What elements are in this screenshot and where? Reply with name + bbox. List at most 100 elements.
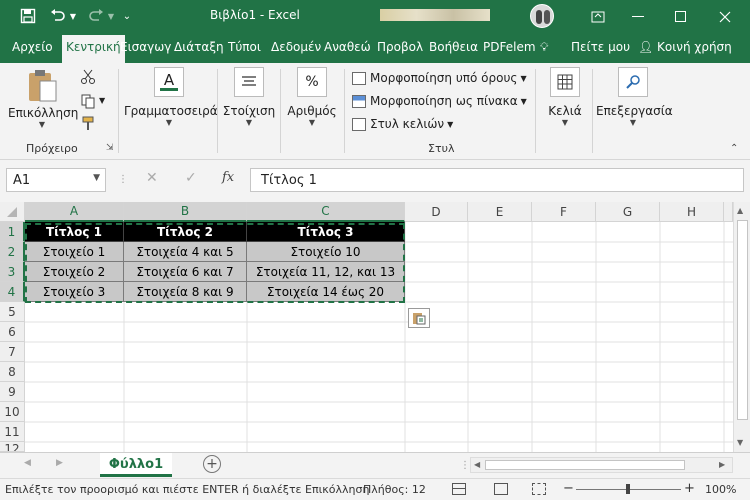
paste-button[interactable]: Επικόλληση ▼ — [8, 67, 78, 129]
share-user-icon[interactable]: 👤︎ — [638, 40, 653, 54]
alignment-button[interactable]: Στοίχιση ▼ — [222, 67, 276, 127]
tab-split-grip-icon[interactable]: ⋮ — [460, 460, 470, 471]
table-cell[interactable]: Στοιχείο 1 — [25, 242, 124, 262]
cell-styles-button[interactable]: Στυλ κελιών ▼ — [352, 117, 453, 131]
zoom-level[interactable]: 100% — [705, 483, 736, 496]
add-sheet-icon[interactable]: + — [203, 455, 221, 473]
page-break-view-icon[interactable] — [532, 483, 546, 495]
row-header[interactable]: 9 — [0, 382, 25, 402]
ribbon-display-options-icon[interactable] — [578, 0, 618, 33]
horizontal-scroll-thumb[interactable] — [485, 460, 685, 470]
tab-help[interactable]: Βοήθεια — [429, 40, 478, 54]
redo-icon[interactable] — [86, 6, 106, 26]
zoom-in-icon[interactable]: + — [684, 481, 695, 496]
paste-options-icon[interactable] — [408, 308, 430, 328]
table-header-cell[interactable]: Τίτλος 2 — [124, 222, 247, 242]
table-cell[interactable]: Στοιχεία 14 έως 20 — [247, 282, 405, 302]
close-button[interactable] — [705, 0, 745, 33]
cut-icon[interactable] — [80, 69, 98, 87]
minimize-button[interactable] — [618, 0, 658, 33]
table-cell[interactable]: Στοιχείο 2 — [25, 262, 124, 282]
formula-input[interactable]: Τίτλος 1 — [250, 168, 744, 192]
table-cell[interactable]: Στοιχείο 3 — [25, 282, 124, 302]
sheet-nav-prev-icon[interactable]: ◀ — [24, 458, 31, 468]
number-button[interactable]: % Αριθμός ▼ — [284, 67, 340, 127]
share-button[interactable]: Κοινή χρήση — [657, 40, 732, 54]
zoom-slider[interactable] — [576, 484, 681, 494]
scroll-up-icon[interactable]: ▲ — [737, 206, 743, 215]
paste-dropdown-icon[interactable]: ▼ — [8, 120, 76, 129]
editing-button[interactable]: Επεξεργασία ▼ — [596, 67, 673, 127]
column-header[interactable]: A — [25, 202, 124, 222]
table-cell[interactable]: Στοιχεία 4 και 5 — [124, 242, 247, 262]
row-header[interactable]: 7 — [0, 342, 25, 362]
enter-icon[interactable]: ✓ — [185, 170, 197, 186]
maximize-button[interactable] — [660, 0, 700, 33]
row-header[interactable]: 8 — [0, 362, 25, 382]
row-header[interactable]: 1 — [0, 222, 25, 242]
column-header[interactable]: E — [468, 202, 532, 222]
save-icon[interactable] — [18, 6, 38, 26]
undo-icon[interactable] — [48, 6, 68, 26]
cancel-icon[interactable]: ✕ — [146, 170, 158, 186]
scroll-left-icon[interactable]: ◀ — [474, 460, 480, 469]
row-header[interactable]: 10 — [0, 402, 25, 422]
tab-data[interactable]: Δεδομέν — [271, 40, 321, 54]
tell-me-search[interactable]: Πείτε μου — [571, 40, 630, 54]
customize-toolbar-icon[interactable]: ⌄ — [120, 6, 134, 26]
row-header[interactable]: 3 — [0, 262, 25, 282]
select-all-corner[interactable] — [0, 202, 25, 222]
zoom-slider-thumb[interactable] — [626, 484, 630, 494]
tab-review[interactable]: Αναθεώ — [324, 40, 371, 54]
tab-formulas[interactable]: Τύποι — [228, 40, 261, 54]
worksheet-grid[interactable]: A B C D E F G H 1 2 3 4 5 6 7 8 9 10 11 … — [0, 202, 750, 452]
column-header[interactable]: C — [247, 202, 405, 222]
table-header-cell[interactable]: Τίτλος 3 — [247, 222, 405, 242]
cells-button[interactable]: Κελιά ▼ — [542, 67, 588, 127]
redo-dropdown-icon[interactable]: ▼ — [106, 6, 116, 26]
row-header[interactable]: 11 — [0, 422, 25, 442]
row-header[interactable]: 4 — [0, 282, 25, 302]
tab-pdfelement[interactable]: PDFelem — [483, 40, 536, 54]
column-header[interactable]: G — [596, 202, 660, 222]
column-header-partial[interactable] — [724, 202, 733, 222]
row-header[interactable]: 6 — [0, 322, 25, 342]
format-painter-icon[interactable] — [80, 116, 98, 134]
tab-file[interactable]: Αρχείο — [12, 40, 53, 54]
tab-home[interactable]: Κεντρική — [62, 35, 125, 63]
clipboard-launcher-icon[interactable]: ⇲ — [106, 143, 114, 153]
tab-layout[interactable]: Διάταξη — [174, 40, 224, 54]
horizontal-scrollbar[interactable]: ◀ ▶ — [470, 457, 733, 473]
scroll-down-icon[interactable]: ▼ — [737, 438, 743, 447]
undo-dropdown-icon[interactable]: ▼ — [68, 6, 78, 26]
normal-view-icon[interactable] — [452, 483, 466, 495]
tab-insert[interactable]: Εισαγωγ — [120, 40, 171, 54]
column-header[interactable]: H — [660, 202, 724, 222]
table-cell[interactable]: Στοιχεία 6 και 7 — [124, 262, 247, 282]
table-cell[interactable]: Στοιχείο 10 — [247, 242, 405, 262]
name-box[interactable]: A1 ▼ — [6, 168, 106, 192]
column-header[interactable]: F — [532, 202, 596, 222]
vertical-scrollbar[interactable]: ▲ ▼ — [733, 202, 750, 452]
copy-icon[interactable]: ▼ — [80, 93, 106, 111]
table-header-cell[interactable]: Τίτλος 1 — [25, 222, 124, 242]
table-cell[interactable]: Στοιχεία 11, 12, και 13 — [247, 262, 405, 282]
row-header[interactable]: 2 — [0, 242, 25, 262]
sheet-nav-next-icon[interactable]: ▶ — [56, 458, 63, 468]
format-as-table-button[interactable]: Μορφοποίηση ως πίνακα ▼ — [352, 94, 527, 108]
tab-view[interactable]: Προβολ — [377, 40, 423, 54]
insert-function-icon[interactable]: fx — [222, 170, 234, 185]
zoom-out-icon[interactable]: − — [563, 481, 574, 496]
name-box-dropdown-icon[interactable]: ▼ — [93, 173, 100, 183]
avatar[interactable] — [530, 4, 554, 28]
lightbulb-icon[interactable]: 💡︎ — [540, 40, 548, 55]
table-cell[interactable]: Στοιχεία 8 και 9 — [124, 282, 247, 302]
page-layout-view-icon[interactable] — [494, 483, 508, 495]
sheet-tab-active[interactable]: Φύλλο1 — [100, 453, 172, 477]
column-header[interactable]: B — [124, 202, 247, 222]
column-header[interactable]: D — [405, 202, 468, 222]
collapse-ribbon-icon[interactable]: ⌃ — [730, 143, 738, 154]
conditional-formatting-button[interactable]: Μορφοποίηση υπό όρους ▼ — [352, 71, 527, 85]
font-button[interactable]: A Γραμματοσειρά ▼ — [124, 67, 218, 127]
vertical-scroll-thumb[interactable] — [737, 220, 748, 420]
